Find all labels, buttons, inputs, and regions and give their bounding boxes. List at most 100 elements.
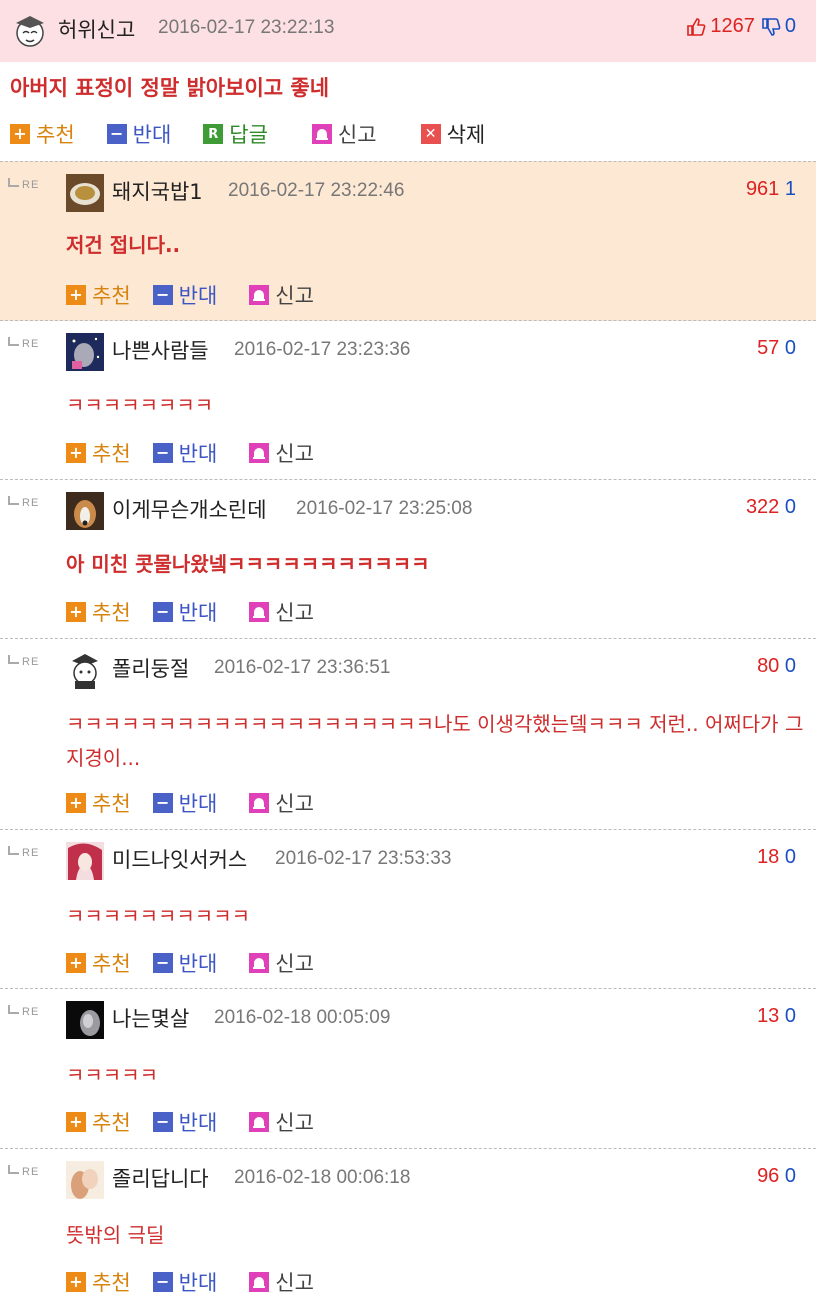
minus-icon: − <box>152 285 173 305</box>
post-message: 아버지 표정이 정말 밝아보이고 좋네 <box>10 76 330 100</box>
vote-counts: 80 0 <box>757 655 796 677</box>
recommend-button[interactable]: + 추천 <box>66 788 131 818</box>
post-date: 2016-02-17 23:22:13 <box>158 17 335 38</box>
avatar[interactable] <box>66 1161 104 1199</box>
plus-icon: + <box>66 793 86 813</box>
oppose-button[interactable]: − 반대 <box>106 119 171 149</box>
reply-item: RE 나쁜사람들 2016-02-17 23:23:36 57 0 ㅋㅋㅋㅋㅋㅋ… <box>0 320 816 480</box>
minus-icon: − <box>152 1272 173 1292</box>
plus-icon: + <box>66 443 86 463</box>
minus-icon: − <box>152 953 173 973</box>
author-nick[interactable]: 이게무슨개소린데 <box>112 494 267 524</box>
up-count: 1267 <box>710 15 755 37</box>
avatar[interactable] <box>66 842 104 880</box>
siren-icon <box>249 1272 270 1292</box>
minus-icon: − <box>152 1112 173 1132</box>
vote-counts: 961 1 <box>745 178 796 200</box>
down-count: 0 <box>784 15 796 37</box>
plus-icon: + <box>66 953 86 973</box>
oppose-button[interactable]: − 반대 <box>152 1107 217 1137</box>
reply-message: 저건 접니다.. <box>66 233 181 257</box>
reply-message: ㅋㅋㅋㅋㅋㅋㅋㅋㅋㅋㅋㅋㅋㅋㅋㅋㅋㅋㅋㅋ나도 이생각했는뎈ㅋㅋㅋ 저런.. 어쩌… <box>66 712 804 770</box>
reply-message: ㅋㅋㅋㅋㅋㅋㅋㅋㅋㅋ <box>66 904 250 928</box>
reply-message: 아 미친 콧물나왔넼ㅋㅋㅋㅋㅋㅋㅋㅋㅋㅋㅋ <box>66 552 430 576</box>
avatar[interactable] <box>66 1001 104 1039</box>
recommend-button[interactable]: + 추천 <box>66 438 131 468</box>
reply-actions: + 추천 − 반대 신고 <box>66 948 336 978</box>
report-button[interactable]: 신고 <box>249 948 314 978</box>
oppose-button[interactable]: − 반대 <box>152 948 217 978</box>
oppose-button[interactable]: − 반대 <box>152 597 217 627</box>
recommend-button[interactable]: + 추천 <box>10 119 75 149</box>
reply-item: RE 미드나잇서커스 2016-02-17 23:53:33 18 0 ㅋㅋㅋㅋ… <box>0 829 816 989</box>
reply-date: 2016-02-17 23:23:36 <box>234 339 411 360</box>
avatar[interactable] <box>66 174 104 212</box>
author-nick[interactable]: 졸리답니다 <box>112 1163 209 1193</box>
vote-counts: 13 0 <box>757 1005 796 1027</box>
close-icon: ✕ <box>420 124 441 144</box>
reply-item: RE 돼지국밥1 2016-02-17 23:22:46 961 1 저건 접니… <box>0 161 816 321</box>
recommend-button[interactable]: + 추천 <box>66 1107 131 1137</box>
report-button[interactable]: 신고 <box>249 1107 314 1137</box>
report-button[interactable]: 신고 <box>249 280 314 310</box>
reply-date: 2016-02-17 23:25:08 <box>296 498 473 519</box>
vote-counts: 57 0 <box>757 337 796 359</box>
avatar[interactable] <box>12 12 48 48</box>
author-nick[interactable]: 허위신고 <box>58 14 135 44</box>
plus-icon: + <box>66 1272 86 1292</box>
avatar[interactable] <box>66 492 104 530</box>
reply-button[interactable]: R 답글 <box>203 119 268 149</box>
vote-counts: 1267 0 <box>686 15 796 38</box>
reply-indicator-icon: RE <box>8 846 39 859</box>
vote-counts: 322 0 <box>745 496 796 518</box>
reply-actions: + 추천 − 반대 신고 <box>66 280 336 310</box>
delete-button[interactable]: ✕ 삭제 <box>420 119 485 149</box>
recommend-button[interactable]: + 추천 <box>66 1267 131 1297</box>
reply-date: 2016-02-17 23:53:33 <box>275 848 452 869</box>
siren-icon <box>249 602 270 622</box>
post-header: 허위신고 2016-02-17 23:22:13 1267 0 <box>0 0 816 62</box>
reply-actions: + 추천 − 반대 신고 <box>66 438 336 468</box>
post-actions: + 추천 − 반대 R 답글 신고 ✕ 삭제 <box>10 118 517 150</box>
reply-indicator-icon: RE <box>8 178 39 191</box>
reply-message: 뜻밖의 극딜 <box>66 1223 165 1247</box>
report-button[interactable]: 신고 <box>311 119 377 149</box>
report-button[interactable]: 신고 <box>249 788 314 818</box>
avatar[interactable] <box>66 651 104 689</box>
reply-item: RE 나는몇살 2016-02-18 00:05:09 13 0 ㅋㅋㅋㅋㅋ +… <box>0 988 816 1149</box>
oppose-button[interactable]: − 반대 <box>152 788 217 818</box>
reply-actions: + 추천 − 반대 신고 <box>66 1267 336 1297</box>
report-button[interactable]: 신고 <box>249 597 314 627</box>
minus-icon: − <box>106 124 127 144</box>
author-nick[interactable]: 미드나잇서커스 <box>112 844 247 874</box>
report-button[interactable]: 신고 <box>249 438 314 468</box>
minus-icon: − <box>152 793 173 813</box>
reply-icon: R <box>203 124 224 144</box>
author-nick[interactable]: 나는몇살 <box>112 1003 189 1033</box>
report-button[interactable]: 신고 <box>249 1267 314 1297</box>
recommend-button[interactable]: + 추천 <box>66 280 131 310</box>
plus-icon: + <box>66 285 86 305</box>
siren-icon <box>249 1112 270 1132</box>
oppose-button[interactable]: − 반대 <box>152 280 217 310</box>
avatar[interactable] <box>66 333 104 371</box>
reply-date: 2016-02-18 00:05:09 <box>214 1007 391 1028</box>
author-nick[interactable]: 폴리둥절 <box>112 653 189 683</box>
reply-date: 2016-02-18 00:06:18 <box>234 1167 411 1188</box>
author-nick[interactable]: 돼지국밥1 <box>112 176 203 206</box>
recommend-button[interactable]: + 추천 <box>66 597 131 627</box>
reply-item: RE 졸리답니다 2016-02-18 00:06:18 96 0 뜻밖의 극딜… <box>0 1148 816 1300</box>
oppose-button[interactable]: − 반대 <box>152 1267 217 1297</box>
plus-icon: + <box>66 602 86 622</box>
reply-indicator-icon: RE <box>8 337 39 350</box>
reply-actions: + 추천 − 반대 신고 <box>66 788 336 818</box>
reply-indicator-icon: RE <box>8 1165 39 1178</box>
vote-counts: 96 0 <box>757 1165 796 1187</box>
reply-message: ㅋㅋㅋㅋㅋㅋㅋㅋ <box>66 393 214 417</box>
reply-indicator-icon: RE <box>8 496 39 509</box>
minus-icon: − <box>152 602 173 622</box>
recommend-button[interactable]: + 추천 <box>66 948 131 978</box>
oppose-button[interactable]: − 반대 <box>152 438 217 468</box>
author-nick[interactable]: 나쁜사람들 <box>112 335 209 365</box>
vote-counts: 18 0 <box>757 846 796 868</box>
